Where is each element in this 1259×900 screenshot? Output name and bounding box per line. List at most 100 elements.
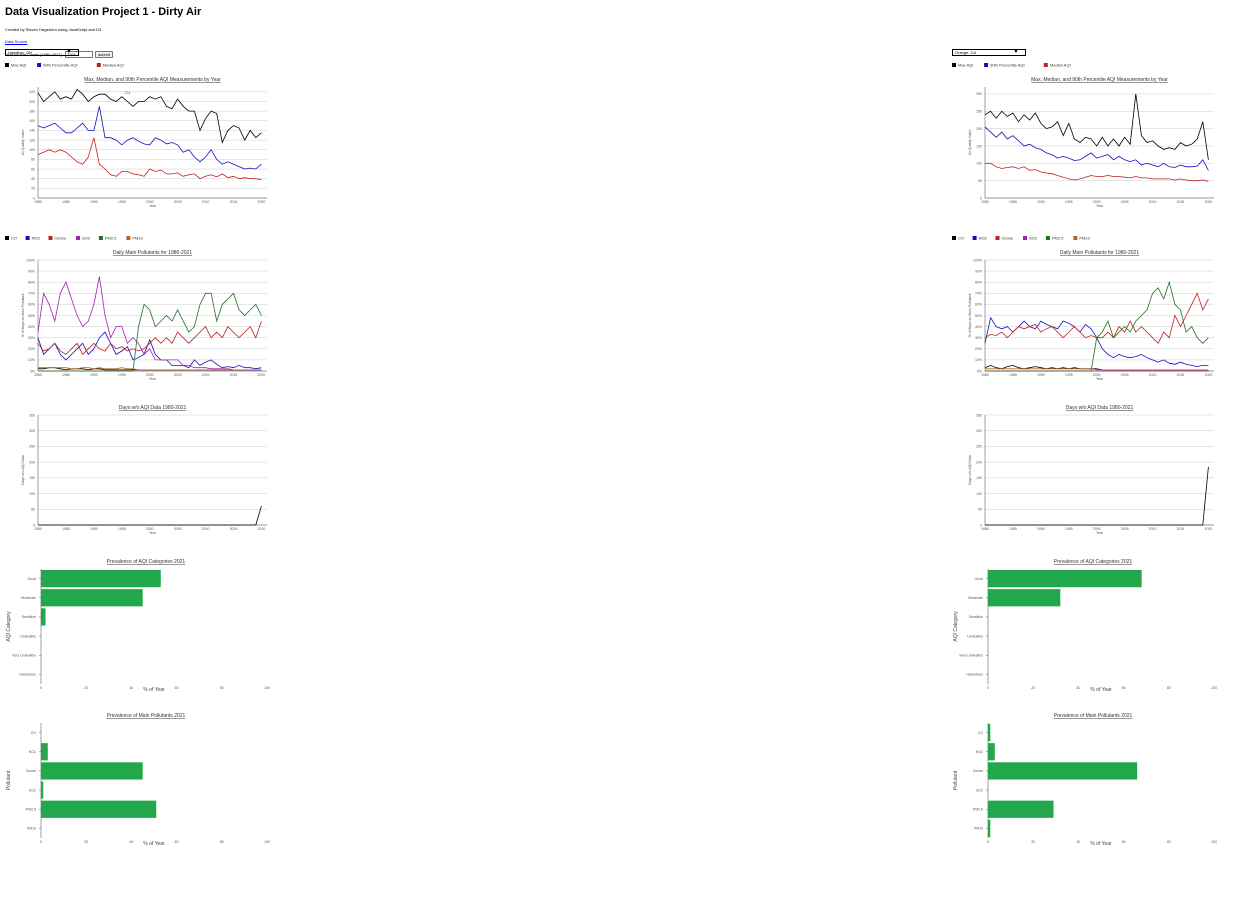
y-axis-label: Pollutant — [953, 770, 959, 790]
x-tick-label: 1980 — [981, 200, 989, 204]
chart-title: Daily Main Pollutants for 1980-2021 — [113, 250, 192, 256]
bar — [988, 723, 991, 742]
x-tick-label: 80 — [220, 840, 224, 844]
x-tick-label: 40 — [1076, 686, 1080, 690]
bar — [41, 800, 157, 818]
legend-label: CO — [11, 236, 17, 241]
x-tick-label: 0 — [987, 686, 989, 690]
legend-swatch — [1073, 236, 1078, 240]
x-tick-label: 2015 — [1177, 527, 1185, 531]
charts-svg: Max AQI 90th Percentile AQI Median AQI Max,… — [5, 63, 270, 847]
y-tick-label: NO2 — [29, 750, 36, 754]
legend-item: Max AQI — [5, 63, 26, 68]
chart-title: Days w/o AQI Data 1980-2021 — [1066, 405, 1134, 411]
y-axis-label: Air Quality Index — [968, 129, 972, 155]
y-tick-label: 150 — [976, 144, 982, 148]
y-tick-label: 90% — [975, 269, 982, 273]
x-tick-label: 2020 — [258, 200, 266, 204]
legend-swatch — [1045, 236, 1050, 240]
y-tick-label: 180 — [29, 109, 35, 113]
y-tick-label: 60% — [975, 303, 982, 307]
y-tick-label: SO2 — [29, 788, 36, 792]
x-tick-label: 1990 — [1037, 373, 1045, 377]
chart-title: Max, Median, and 90th Percentile AQI Mea… — [84, 77, 221, 83]
y-axis-label: Air Quality Index — [21, 129, 25, 155]
x-tick-label: 2015 — [230, 373, 238, 377]
y-tick-label: Moderate — [968, 596, 983, 600]
bar-chart: Prevalence of Main Pollutants 2021 CO NO2 O… — [6, 713, 270, 847]
y-tick-label: 10% — [28, 358, 35, 362]
x-axis-label: Year — [1096, 204, 1104, 208]
legend-swatch — [984, 63, 989, 67]
y-tick-label: Unhealthy — [20, 634, 36, 638]
line-chart: Days w/o AQI Data 1980-20210501001502002… — [21, 405, 267, 535]
y-tick-label: 220 — [29, 90, 35, 94]
y-tick-label: 50% — [975, 314, 982, 318]
bar-chart: Prevalence of AQI Categories 2021 Good Mod… — [953, 559, 1217, 693]
y-tick-label: 60% — [28, 303, 35, 307]
x-tick-label: 2015 — [230, 200, 238, 204]
legend-swatch — [25, 236, 30, 240]
x-tick-label: 1980 — [34, 373, 42, 377]
x-tick-label: 1990 — [90, 373, 98, 377]
legend-swatch — [1023, 236, 1027, 240]
legend-label: 90th Percentile AQI — [43, 63, 77, 68]
series-line — [38, 505, 262, 526]
x-tick-label: 1995 — [118, 200, 126, 204]
bar — [988, 589, 1061, 607]
y-tick-label: SO2 — [976, 788, 983, 792]
legend-label: SO2 — [1029, 236, 1038, 241]
line-chart: Max, Median, and 90th Percentile AQI Mea… — [21, 77, 267, 208]
y-tick-label: 30% — [975, 336, 982, 340]
x-tick-label: 0 — [40, 686, 42, 690]
y-axis-label: AQI Category — [953, 611, 959, 642]
chart-title: Max, Median, and 90th Percentile AQI Mea… — [1031, 77, 1168, 83]
y-tick-label: 100 — [29, 492, 35, 496]
x-tick-label: 60 — [1122, 840, 1126, 844]
y-tick-label: 350 — [976, 413, 982, 417]
chart-title: Days w/o AQI Data 1980-2021 — [119, 405, 187, 411]
legend-item: 90th Percentile AQI — [984, 63, 1025, 68]
bar — [988, 819, 991, 838]
x-tick-label: 2010 — [1149, 373, 1157, 377]
x-tick-label: 60 — [1122, 686, 1126, 690]
x-tick-label: 100 — [1211, 686, 1217, 690]
x-tick-label: 1990 — [1037, 200, 1045, 204]
y-tick-label: Ozone — [973, 769, 983, 773]
x-tick-label: 2005 — [174, 200, 182, 204]
y-tick-label: 300 — [976, 92, 982, 96]
y-tick-label: 50 — [978, 179, 982, 183]
series-line — [38, 292, 262, 372]
x-tick-label: 100 — [264, 686, 270, 690]
legend-item: NO2 — [972, 236, 988, 241]
y-tick-label: Hazardous — [966, 673, 983, 677]
y-axis-label: Days w/o AQI Data — [968, 455, 972, 485]
x-tick-label: 1985 — [1009, 200, 1017, 204]
series-line — [984, 126, 1209, 171]
y-tick-label: 200 — [976, 127, 982, 131]
y-tick-label: Very Unhealthy — [12, 654, 36, 658]
bar — [988, 762, 1138, 780]
line-chart: Days w/o AQI Data 1980-20210501001502002… — [968, 405, 1214, 535]
x-tick-label: 2020 — [1205, 527, 1213, 531]
annotation-label: 274 — [124, 91, 130, 95]
pollutant-legend: CO NO2 Ozone SO2 PM2.5 PM10 — [5, 236, 144, 241]
series-line — [985, 162, 1209, 182]
series-line — [984, 292, 1209, 344]
legend-item: CO — [5, 236, 17, 241]
x-tick-label: 1985 — [62, 373, 70, 377]
bar-chart: Prevalence of Main Pollutants 2021 CO NO2 O… — [953, 713, 1217, 847]
x-tick-label: 60 — [175, 840, 179, 844]
y-axis-label: AQI Category — [6, 611, 12, 642]
y-tick-label: 100 — [976, 492, 982, 496]
x-tick-label: 1995 — [118, 373, 126, 377]
y-tick-label: Hazardous — [19, 673, 36, 677]
legend-label: NO2 — [979, 236, 988, 241]
x-tick-label: 2005 — [1121, 373, 1129, 377]
legend-item: SO2 — [1023, 236, 1038, 241]
x-tick-label: 2005 — [1121, 527, 1129, 531]
x-tick-label: 2010 — [1149, 527, 1157, 531]
legend-item: Median AQI — [96, 63, 124, 68]
x-tick-label: 0 — [987, 840, 989, 844]
legend-swatch — [5, 236, 9, 240]
